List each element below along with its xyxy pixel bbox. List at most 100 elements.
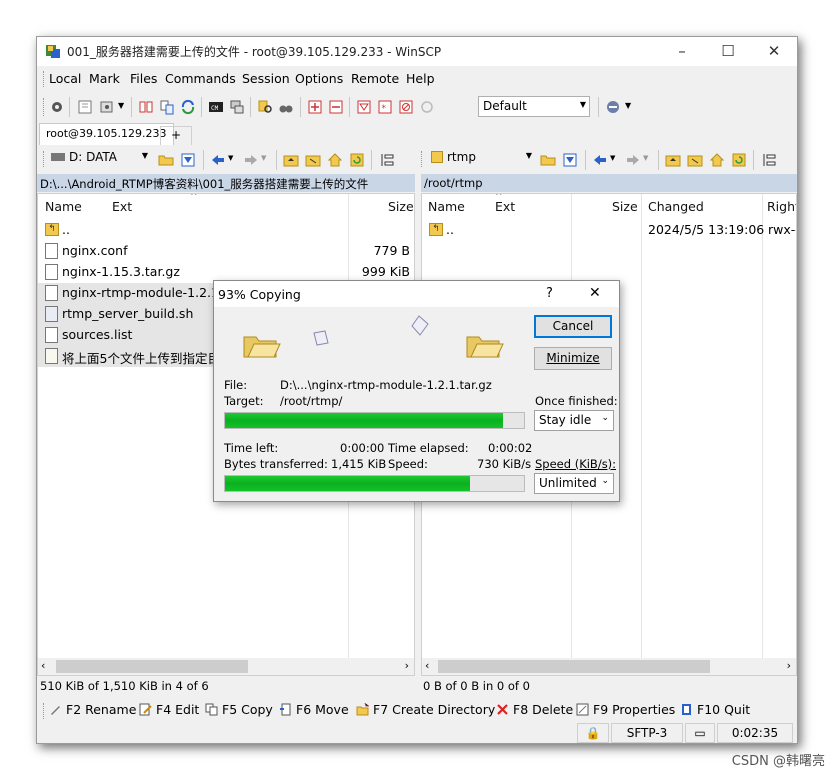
column-name[interactable]: Name [428,199,465,221]
tree-view-icon[interactable] [379,152,395,168]
maximize-button[interactable]: ☐ [705,37,751,66]
once-finished-select[interactable]: Stay idle ⌄ [534,410,614,431]
menu-remote[interactable]: Remote [351,71,399,86]
sort-caret-icon: ^ [190,193,198,202]
list-item[interactable]: ↰ .. [38,220,414,241]
putty-icon[interactable] [229,99,245,115]
filter-icon[interactable] [356,99,372,115]
menu-help[interactable]: Help [406,71,435,86]
refresh-icon[interactable] [731,152,747,168]
preferences-gear-icon[interactable] [49,99,65,115]
scroll-thumb[interactable] [56,660,248,673]
queue-dropdown-arrow[interactable]: ▼ [118,101,124,110]
scroll-right-arrow[interactable]: › [405,659,409,672]
column-ext[interactable]: Ext [112,199,132,221]
filter-folder-icon[interactable] [562,152,578,168]
invert-selection-icon[interactable]: * [377,99,393,115]
rename-button[interactable]: F2 Rename [49,702,136,717]
unselect-files-icon[interactable] [328,99,344,115]
find-files-icon[interactable] [257,99,273,115]
home-icon[interactable] [327,152,343,168]
copy-button[interactable]: F5 Copy [205,702,273,717]
menu-mark[interactable]: Mark [89,71,120,86]
refresh-disabled-icon[interactable] [419,99,435,115]
console-icon[interactable]: CM [208,99,224,115]
menu-session[interactable]: Session [242,71,290,86]
column-changed[interactable]: Changed [648,199,704,221]
transfer-dropdown-arrow[interactable]: ▼ [625,101,631,110]
forward-arrow-icon[interactable] [625,152,641,168]
properties-button[interactable]: F9 Properties [576,702,675,717]
menu-files[interactable]: Files [130,71,157,86]
column-name[interactable]: Name [45,199,82,221]
back-arrow-icon[interactable] [592,152,608,168]
binoculars-icon[interactable] [278,99,294,115]
list-item[interactable]: nginx.conf 779 B [38,241,414,262]
scroll-left-arrow[interactable]: ‹ [41,659,45,672]
protocol-indicator: SFTP-3 [611,723,683,743]
transfer-settings-select[interactable]: Default ▼ [478,96,590,117]
list-item[interactable]: ↰ .. 2024/5/5 13:19:06 rwx-- [422,220,796,241]
tree-view-icon[interactable] [761,152,777,168]
dialog-close-button[interactable]: ✕ [589,285,601,301]
remote-horizontal-scrollbar[interactable]: ‹ › [422,658,796,675]
root-directory-icon[interactable] [305,152,321,168]
tab-session[interactable]: root@39.105.129.233 [39,123,174,145]
column-size[interactable]: Size [388,199,414,221]
open-folder-icon[interactable] [158,152,174,168]
local-path-bar[interactable]: D:\...\Android_RTMP博客资料\001_服务器搭建需要上传的文件 [37,174,415,192]
file-name: nginx-rtmp-module-1.2.1.t [62,285,228,300]
refresh-icon[interactable] [349,152,365,168]
queue-options-icon[interactable] [99,99,115,115]
create-directory-button[interactable]: F7 Create Directory [356,702,495,717]
minimize-button[interactable]: – [659,37,705,66]
forward-dropdown-arrow[interactable]: ▼ [643,154,648,162]
home-icon[interactable] [709,152,725,168]
compare-directories-icon[interactable] [159,99,175,115]
edit-button[interactable]: F4 Edit [139,702,199,717]
local-horizontal-scrollbar[interactable]: ‹ › [38,658,414,675]
minimize-dialog-button[interactable]: Minimize [534,347,612,370]
queue-icon[interactable] [77,99,93,115]
close-button[interactable]: ✕ [751,37,797,66]
root-directory-icon[interactable] [687,152,703,168]
select-files-icon[interactable] [307,99,323,115]
scroll-left-arrow[interactable]: ‹ [425,659,429,672]
scroll-right-arrow[interactable]: › [787,659,791,672]
flying-file-icon [411,315,429,336]
synchronize-browsing-icon[interactable] [138,99,154,115]
forward-arrow-icon[interactable] [243,152,259,168]
quit-button[interactable]: F10 Quit [680,702,750,717]
move-icon [280,703,291,716]
column-size[interactable]: Size [612,199,638,221]
remote-directory-select[interactable]: rtmp ▼ [427,148,535,169]
menu-options[interactable]: Options [295,71,343,86]
delete-button[interactable]: F8 Delete [496,702,573,717]
clear-selection-icon[interactable] [398,99,414,115]
new-tab-button[interactable]: + [160,126,193,145]
open-folder-icon[interactable] [540,152,556,168]
file-progress-bar [224,412,525,429]
back-dropdown-arrow[interactable]: ▼ [610,154,615,162]
filter-folder-icon[interactable] [180,152,196,168]
move-button[interactable]: F6 Move [279,702,349,717]
window-title: 001_服务器搭建需要上传的文件 - root@39.105.129.233 -… [67,45,442,59]
remote-path-bar[interactable]: /root/rtmp [421,174,797,192]
menu-commands[interactable]: Commands [165,71,236,86]
column-ext[interactable]: Ext [495,199,515,221]
speed-limit-select[interactable]: Unlimited ⌄ [534,473,614,494]
local-drive-select[interactable]: D: DATA ▼ [47,148,151,169]
cancel-button[interactable]: Cancel [534,315,612,338]
parent-directory-icon[interactable] [283,152,299,168]
back-arrow-icon[interactable] [210,152,226,168]
forward-dropdown-arrow[interactable]: ▼ [261,154,266,162]
parent-directory-icon[interactable] [665,152,681,168]
file-label: File: [224,378,248,392]
menu-local[interactable]: Local [49,71,81,86]
back-dropdown-arrow[interactable]: ▼ [228,154,233,162]
synchronize-icon[interactable] [180,99,196,115]
column-rights[interactable]: Right [767,199,796,221]
scroll-thumb[interactable] [438,660,710,673]
transfer-settings-icon[interactable] [605,99,621,115]
help-button[interactable]: ? [546,286,553,301]
